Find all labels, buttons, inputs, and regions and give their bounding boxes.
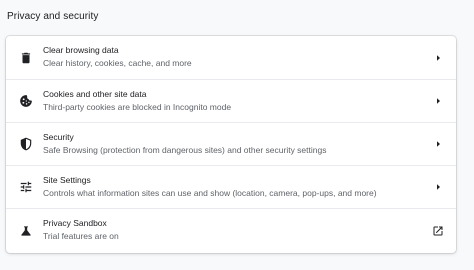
shield-icon (19, 137, 33, 151)
row-label: Clear browsing data (43, 45, 119, 55)
flask-icon (19, 224, 33, 238)
chevron-right-icon (432, 138, 444, 150)
tune-icon (19, 180, 33, 194)
open-in-new-icon (432, 225, 444, 237)
row-description: Trial features are on (43, 231, 119, 241)
chevron-right-icon (432, 181, 444, 193)
clear-browsing-data-row[interactable]: Clear browsing data Clear history, cooki… (6, 36, 456, 79)
row-description: Controls what information sites can use … (43, 188, 377, 198)
row-description: Third-party cookies are blocked in Incog… (43, 102, 232, 112)
trash-icon (19, 51, 33, 65)
chevron-right-icon (432, 95, 444, 107)
site-settings-row[interactable]: Site Settings Controls what information … (6, 165, 456, 208)
privacy-sandbox-row[interactable]: Privacy Sandbox Trial features are on (6, 208, 456, 253)
row-description: Safe Browsing (protection from dangerous… (43, 145, 327, 155)
row-label: Security (43, 132, 74, 142)
section-title: Privacy and security (7, 11, 99, 22)
row-description: Clear history, cookies, cache, and more (43, 58, 192, 68)
row-label: Cookies and other site data (43, 89, 147, 99)
privacy-security-card: Clear browsing data Clear history, cooki… (6, 36, 456, 253)
chevron-right-icon (432, 52, 444, 64)
cookies-site-data-row[interactable]: Cookies and other site data Third-party … (6, 79, 456, 122)
cookie-icon (19, 94, 33, 108)
security-row[interactable]: Security Safe Browsing (protection from … (6, 122, 456, 165)
row-label: Site Settings (43, 175, 91, 185)
settings-page: Privacy and security Clear browsing data… (0, 0, 474, 270)
row-label: Privacy Sandbox (43, 218, 107, 228)
